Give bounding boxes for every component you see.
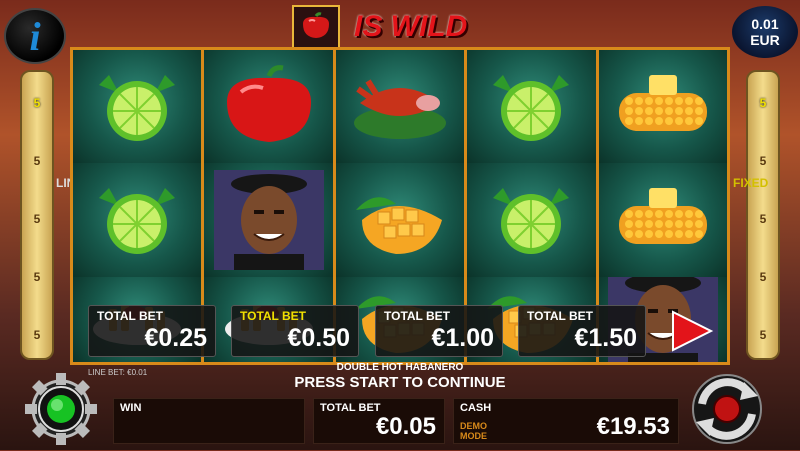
left-lines-strip: 5 5 5 5 5 <box>20 70 54 360</box>
corn-on-cob-icon <box>598 50 728 164</box>
lobster-platter-icon <box>335 50 465 164</box>
line-number: 5 <box>33 96 41 110</box>
bet-option-label: TOTAL BET <box>384 309 450 323</box>
lime-icon <box>73 50 202 164</box>
gear-icon <box>25 373 97 445</box>
bet-option-1.00[interactable]: TOTAL BET €1.00 <box>375 305 503 357</box>
line-number: 5 <box>759 328 767 342</box>
line-number: 5 <box>33 328 41 342</box>
cash-value: €19.53 <box>596 413 670 440</box>
bet-option-value: €1.00 <box>431 324 494 352</box>
total-bet-label: TOTAL BET <box>320 402 381 414</box>
bet-option-label: TOTAL BET <box>97 309 163 323</box>
bet-option-value: €0.25 <box>144 324 207 352</box>
bet-option-1.50[interactable]: TOTAL BET €1.50 <box>518 305 646 357</box>
wild-banner: IS WILD <box>292 5 468 49</box>
info-icon: i <box>29 13 41 59</box>
denomination-value: 0.01 <box>751 16 779 32</box>
line-number: 5 <box>759 212 767 226</box>
demo-mode-label: DEMO MODE <box>460 421 487 441</box>
total-bet-panel: TOTAL BET €0.05 <box>313 398 445 444</box>
bet-option-value: €0.50 <box>287 324 350 352</box>
play-arrow-icon <box>672 310 714 352</box>
denomination-button[interactable]: 0.01 EUR <box>732 6 798 58</box>
line-number: 5 <box>759 270 767 284</box>
lime-icon <box>467 50 596 164</box>
cash-label: CASH <box>460 402 492 414</box>
red-bell-pepper-icon <box>204 50 333 164</box>
line-number: 5 <box>33 212 41 226</box>
lines-label: LINES <box>56 176 91 190</box>
settings-button[interactable] <box>20 372 102 446</box>
lime-icon <box>467 163 596 277</box>
mango-icon <box>335 163 465 277</box>
win-label: WIN <box>120 402 142 414</box>
autoplay-arrows-icon <box>692 374 762 444</box>
line-number: 5 <box>33 154 41 168</box>
win-panel: WIN <box>113 398 305 444</box>
play-button[interactable] <box>660 306 722 356</box>
autoplay-button[interactable] <box>686 372 768 446</box>
bet-option-label: TOTAL BET <box>527 309 593 323</box>
bet-option-0.50[interactable]: TOTAL BET €0.50 <box>231 305 359 357</box>
denomination-currency: EUR <box>750 32 780 48</box>
bet-option-0.25[interactable]: TOTAL BET €0.25 <box>88 305 216 357</box>
cash-panel: CASH DEMO MODE €19.53 <box>453 398 679 444</box>
total-bet-value: €0.05 <box>375 413 436 440</box>
right-lines-strip: 5 5 5 5 5 <box>746 70 780 360</box>
bet-option-value: €1.50 <box>574 324 637 352</box>
line-number: 5 <box>33 270 41 284</box>
bet-option-label: TOTAL BET <box>240 309 306 323</box>
red-pepper-icon <box>292 5 340 49</box>
corn-on-cob-icon <box>598 163 728 277</box>
smiling-man-wild-icon <box>204 163 333 277</box>
wild-text: IS WILD <box>354 10 468 43</box>
line-number: 5 <box>759 96 767 110</box>
lime-icon <box>73 163 202 277</box>
line-number: 5 <box>759 154 767 168</box>
fixed-label: FIXED <box>733 176 768 190</box>
info-button[interactable]: i <box>4 8 66 64</box>
